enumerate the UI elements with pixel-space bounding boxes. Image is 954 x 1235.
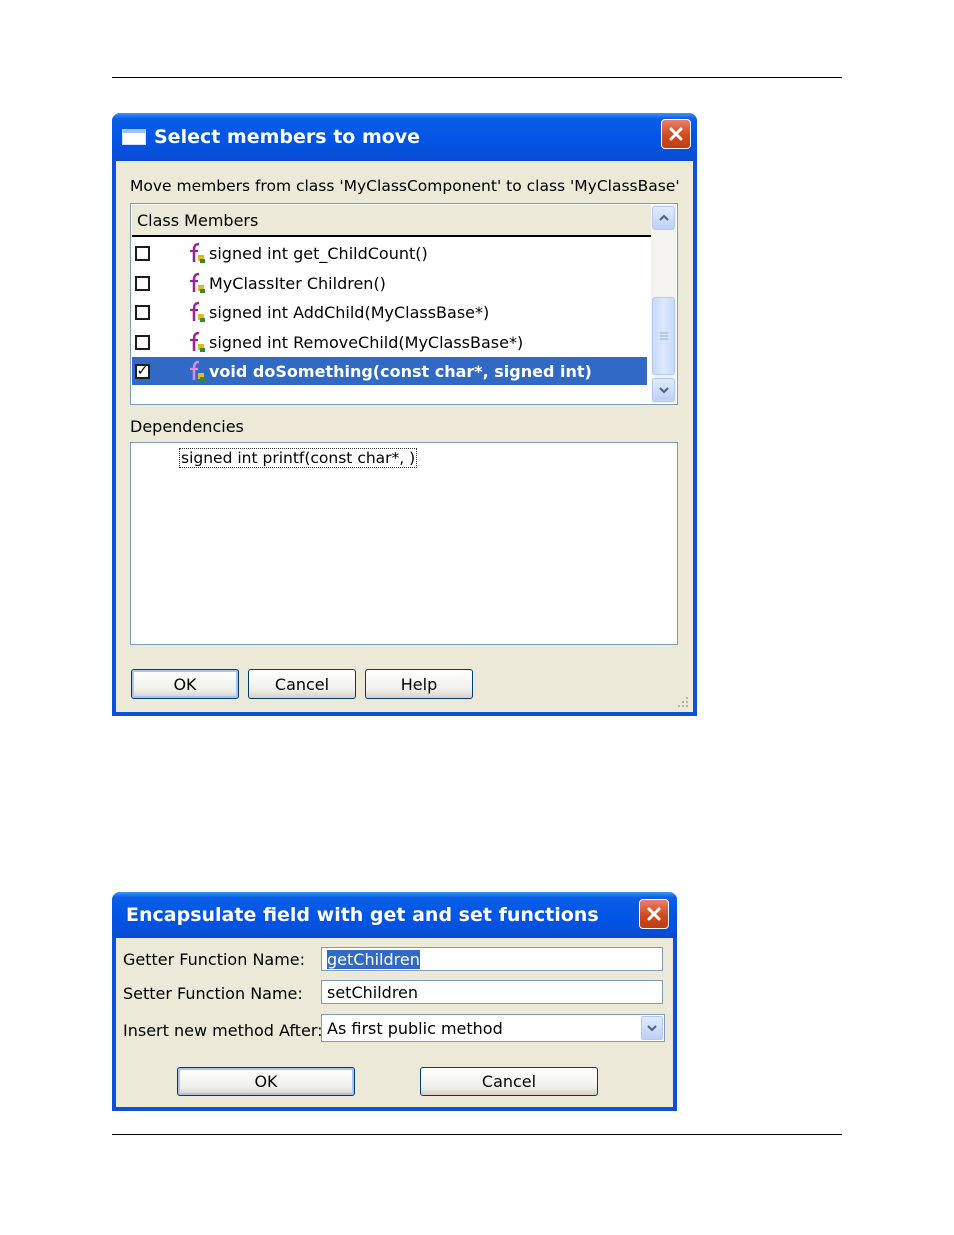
dependencies-list[interactable]: signed int printf(const char*, ) [130, 442, 678, 645]
setter-label: Setter Function Name: [123, 984, 303, 1003]
close-button[interactable] [661, 119, 691, 149]
ok-button[interactable]: OK [131, 669, 239, 699]
ok-button[interactable]: OK [177, 1067, 355, 1096]
insert-after-value: As first public method [327, 1018, 503, 1038]
function-icon [190, 331, 205, 352]
insert-after-select[interactable]: As first public method [321, 1014, 665, 1042]
help-button[interactable]: Help [365, 669, 473, 699]
member-label: void doSomething(const char*, signed int… [209, 361, 592, 381]
list-header-class-members[interactable]: Class Members [132, 205, 651, 237]
getter-label: Getter Function Name: [123, 950, 306, 969]
grip-lines-icon [659, 332, 668, 340]
dialog-title: Select members to move [154, 126, 421, 148]
member-label: signed int get_ChildCount() [209, 243, 428, 263]
close-button[interactable] [639, 899, 669, 929]
member-checkbox[interactable] [135, 334, 150, 350]
class-members-list[interactable]: Class Members signed int get_ChildCount(… [130, 203, 678, 405]
title-bar[interactable]: Encapsulate field with get and set funct… [112, 892, 677, 938]
resize-grip-icon[interactable] [675, 694, 689, 708]
setter-name-input[interactable]: setChildren [321, 980, 663, 1004]
chevron-up-icon [658, 214, 669, 221]
select-members-dialog: Select members to move Move members from… [112, 113, 697, 716]
scroll-thumb[interactable] [652, 297, 675, 375]
member-row[interactable]: signed int RemoveChild(MyClassBase*) [132, 327, 651, 357]
member-row[interactable]: signed int get_ChildCount() [132, 238, 651, 268]
close-icon [647, 907, 661, 921]
function-icon [190, 272, 205, 293]
member-label: signed int RemoveChild(MyClassBase*) [209, 332, 524, 352]
member-row[interactable]: signed int AddChild(MyClassBase*) [132, 297, 651, 327]
getter-name-input[interactable]: getChildren [321, 947, 663, 971]
cancel-button-label: Cancel [481, 1072, 537, 1091]
title-bar[interactable]: Select members to move [112, 113, 697, 161]
getter-name-value: getChildren [327, 949, 420, 969]
dependencies-label: Dependencies [130, 417, 244, 436]
cancel-button[interactable]: Cancel [248, 669, 356, 699]
setter-name-value: setChildren [327, 982, 419, 1002]
bottom-rule [112, 1134, 842, 1135]
list-header-label: Class Members [137, 210, 259, 230]
dialog-title: Encapsulate field with get and set funct… [126, 904, 599, 926]
function-icon [190, 360, 205, 381]
cancel-button-label: Cancel [274, 674, 330, 694]
member-row[interactable]: MyClassIter Children() [132, 268, 651, 298]
cancel-button[interactable]: Cancel [420, 1067, 598, 1096]
vertical-scrollbar[interactable] [651, 205, 676, 403]
chevron-down-icon [647, 1025, 657, 1032]
move-description: Move members from class 'MyClassComponen… [130, 177, 680, 195]
member-checkbox[interactable] [135, 275, 150, 291]
member-checkbox-checked[interactable]: ✓ [135, 363, 150, 379]
chevron-down-icon [658, 387, 669, 394]
member-checkbox[interactable] [135, 304, 150, 320]
insert-after-label: Insert new method After: [123, 1021, 323, 1040]
ok-button-label: OK [254, 1072, 278, 1091]
ok-button-label: OK [173, 674, 197, 694]
dependency-item[interactable]: signed int printf(const char*, ) [179, 448, 418, 468]
member-checkbox[interactable] [135, 245, 150, 261]
function-icon [190, 242, 205, 263]
member-label: MyClassIter Children() [209, 273, 386, 293]
help-button-label: Help [400, 674, 438, 694]
member-label: signed int AddChild(MyClassBase*) [209, 302, 490, 322]
close-icon [669, 127, 683, 141]
dropdown-button[interactable] [641, 1016, 663, 1040]
top-rule [112, 77, 842, 78]
window-icon [122, 129, 146, 145]
encapsulate-field-dialog: Encapsulate field with get and set funct… [112, 892, 677, 1111]
scroll-up-button[interactable] [652, 206, 675, 230]
function-icon [190, 301, 205, 322]
member-row-selected[interactable]: ✓ void doSomething(const char*, signed i… [132, 357, 647, 385]
scroll-down-button[interactable] [652, 378, 675, 402]
